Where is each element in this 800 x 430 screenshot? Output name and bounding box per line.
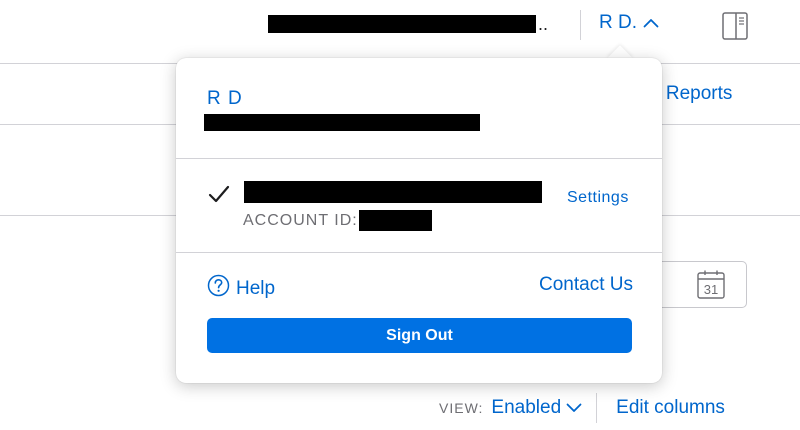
account-name-ellipsis: .. (538, 14, 549, 34)
help-label: Help (236, 277, 276, 299)
redacted-user-email (204, 114, 480, 131)
account-popover: R D ACCOUNT ID: Settings Help Contact Us (176, 58, 662, 383)
checkmark-icon (208, 184, 230, 206)
user-menu-label: R D. (599, 12, 637, 33)
popover-user-name: R D (207, 88, 243, 109)
sign-out-button[interactable]: Sign Out (207, 318, 632, 353)
view-dropdown[interactable]: Enabled (491, 397, 582, 419)
help-link[interactable]: Help (207, 274, 275, 303)
page: .. R D. n Reports 31 VIEW: Enabled Edit … (0, 0, 800, 430)
question-circle-icon (207, 274, 230, 303)
settings-link[interactable]: Settings (567, 189, 629, 207)
calendar-icon[interactable]: 31 (697, 270, 725, 299)
popover-divider-bottom (176, 252, 662, 253)
user-menu-toggle[interactable]: R D. (599, 12, 659, 34)
redacted-account-name (268, 15, 536, 33)
contact-us-link[interactable]: Contact Us (539, 274, 633, 296)
topbar-divider (580, 10, 581, 40)
view-divider (596, 393, 598, 423)
account-id-label: ACCOUNT ID: (243, 212, 358, 229)
chevron-down-icon (566, 397, 582, 419)
sidebar-panel-icon[interactable] (722, 12, 748, 40)
edit-columns-link[interactable]: Edit columns (616, 397, 725, 419)
calendar-day: 31 (704, 282, 718, 297)
redacted-account-title[interactable] (244, 181, 542, 203)
popover-divider-top (176, 158, 662, 159)
view-label: VIEW: (439, 400, 484, 416)
reports-link[interactable]: n Reports (650, 83, 732, 105)
view-dropdown-value: Enabled (491, 397, 562, 418)
view-controls: VIEW: Enabled Edit columns (439, 393, 725, 423)
redacted-account-id (359, 210, 432, 231)
chevron-up-icon (643, 18, 659, 28)
